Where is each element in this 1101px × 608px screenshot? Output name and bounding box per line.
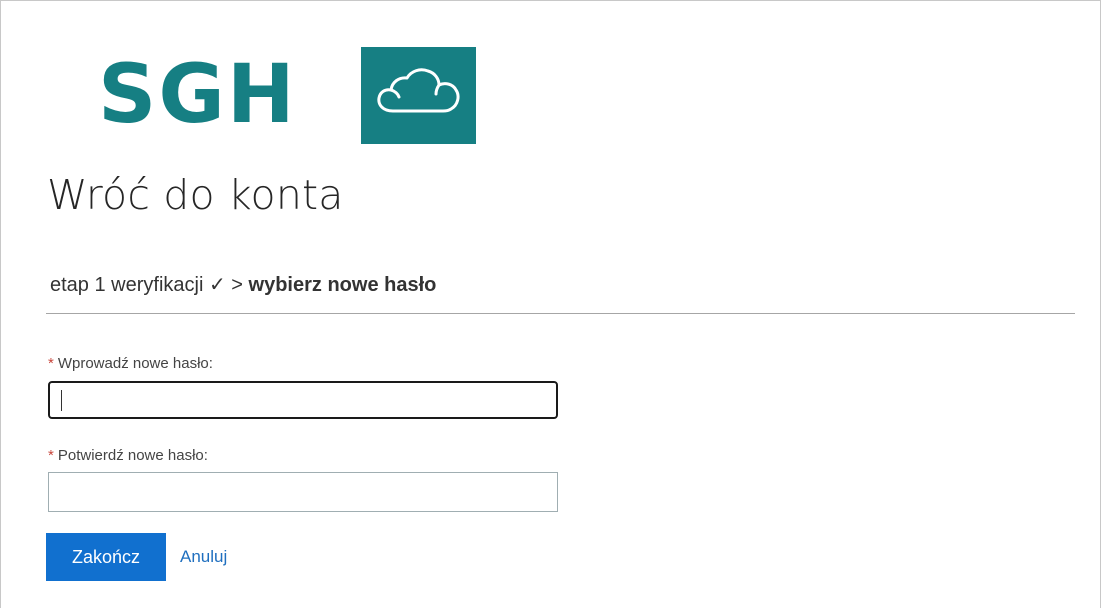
logo-text: SGH [98,47,297,142]
divider [46,313,1075,314]
cloud-logo-box [361,47,476,144]
breadcrumb-step-verification: etap 1 weryfikacji ✓ [50,274,226,296]
cancel-link[interactable]: Anuluj [180,547,227,567]
confirm-password-label-text: Potwierdź nowe hasło: [57,447,208,464]
breadcrumb: etap 1 weryfikacji ✓ > wybierz nowe hasł… [50,272,436,297]
breadcrumb-current-step: wybierz nowe hasło [248,274,437,296]
confirm-password-input[interactable] [48,472,558,512]
required-asterisk: * [48,447,54,464]
cloud-icon [373,65,465,126]
new-password-label-text: Wprowadź nowe hasło: [57,355,213,372]
breadcrumb-separator: > [231,274,243,296]
sgh-logo: SGH [98,47,476,147]
required-asterisk: * [48,355,54,372]
new-password-input[interactable] [48,381,558,419]
text-caret [61,390,62,411]
password-reset-page: SGH Wróć do konta etap 1 weryfikacji ✓ >… [0,0,1101,608]
finish-button[interactable]: Zakończ [46,533,166,581]
new-password-label: * Wprowadź nowe hasło: [48,355,213,372]
page-title: Wróć do konta [47,171,344,219]
confirm-password-label: * Potwierdź nowe hasło: [48,447,208,464]
